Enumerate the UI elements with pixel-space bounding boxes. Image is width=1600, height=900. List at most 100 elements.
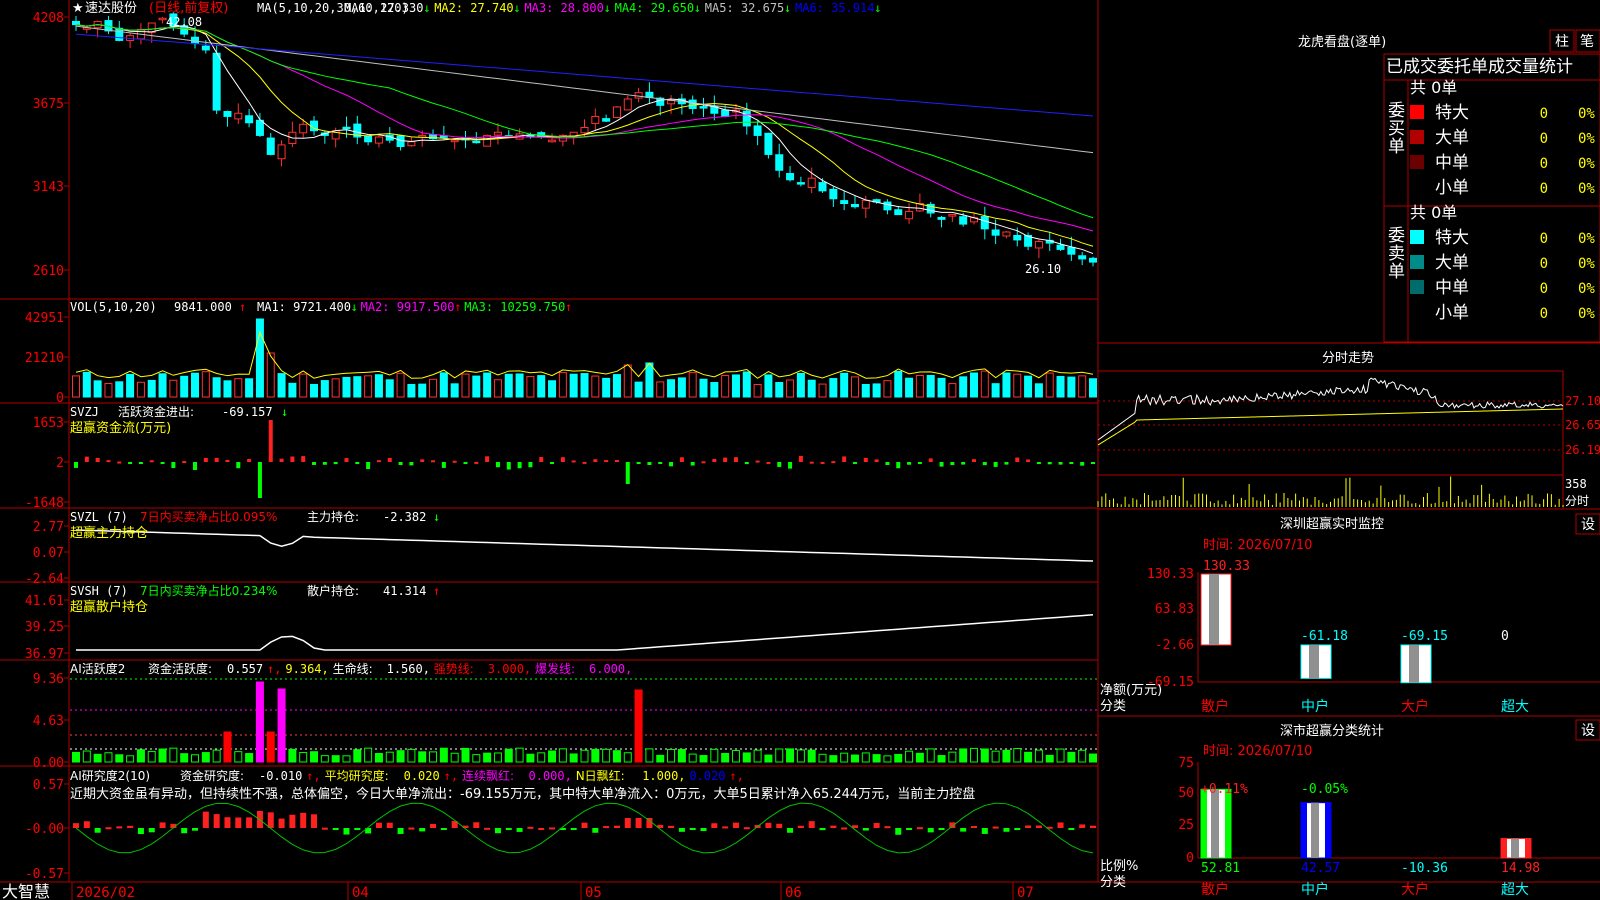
ma-value-3: MA3: 28.800 — [524, 1, 603, 15]
svzj-bar — [312, 462, 317, 465]
volume-bar — [439, 372, 448, 398]
volume-bar — [623, 364, 632, 398]
candle-body — [234, 112, 243, 120]
volume-bar — [731, 374, 740, 398]
volume-bar — [515, 373, 524, 398]
classify-value: -10.36 — [1401, 861, 1448, 876]
order-row-value: 0 — [1540, 156, 1548, 172]
ai-item-4: 生命线: — [333, 661, 373, 676]
research-bar — [148, 828, 155, 833]
monitor-bars: 130.3363.83-2.66-69.15130.33散户-61.18中户-6… — [1147, 559, 1600, 715]
candle-body — [829, 188, 838, 200]
candle-body — [223, 111, 232, 117]
ai-bar — [861, 752, 870, 763]
svzl-line — [75, 529, 1094, 562]
classify-bar-shade — [1511, 838, 1519, 858]
research-bar — [116, 826, 123, 829]
candle-body — [255, 119, 264, 136]
ai-bar — [948, 751, 957, 763]
high-price-label: 42.08 — [166, 15, 202, 29]
candle-body — [775, 154, 784, 171]
research-bar — [830, 825, 837, 828]
candle-body — [623, 98, 632, 111]
volume-bar — [959, 376, 968, 398]
volume-bar — [255, 318, 264, 398]
volume-bar — [764, 374, 773, 398]
ai-bar — [602, 748, 611, 763]
volume-bar — [634, 381, 643, 398]
svzj-bar — [290, 456, 295, 462]
candle-body — [472, 140, 481, 144]
stock-chart-canvas[interactable]: 4208 3675 3143 2610 42951 21210 0 1653 2 -1648 2.7… — [0, 0, 1600, 900]
research-bar — [73, 823, 79, 828]
volume-bar — [656, 381, 665, 398]
svzj-bar — [376, 460, 381, 463]
y-tick-svzl: 2.77 — [33, 520, 64, 535]
svzj-bar — [593, 459, 598, 462]
svzj-bar — [550, 462, 555, 464]
research-bar — [440, 828, 447, 830]
intraday-chart: 27.10 26.65 26.19 358 分时 — [1097, 370, 1600, 510]
svzj-bar — [409, 462, 414, 466]
y-tick-svsh: 41.61 — [25, 594, 64, 609]
research-bar — [765, 822, 772, 828]
ai-bar — [504, 748, 513, 763]
ai-bar — [1056, 748, 1065, 763]
volume-bar — [1034, 383, 1043, 398]
order-row-name: 小单 — [1435, 303, 1469, 323]
order-row-name: 特大 — [1435, 103, 1469, 123]
stock-period[interactable]: (日线,前复权) — [149, 0, 228, 16]
volume-bar — [742, 371, 751, 398]
volume-bar — [158, 373, 167, 398]
vol-ma-arrow-2: ↑ — [454, 300, 461, 314]
volume-bar — [1067, 376, 1076, 398]
volume-bar — [558, 372, 567, 398]
svzj-bar — [950, 462, 955, 466]
volume-bar — [667, 379, 676, 398]
research-bar — [938, 828, 945, 830]
volume-bar — [807, 379, 816, 398]
ai-bar — [558, 748, 567, 763]
volume-bar — [353, 376, 362, 398]
research-bar — [1057, 822, 1064, 828]
svzj-bar — [1015, 457, 1020, 462]
classify-time: 时间: 2026/07/10 — [1203, 744, 1312, 759]
research-bar — [127, 825, 134, 828]
svzj-bar — [95, 457, 100, 462]
candle-body — [937, 216, 946, 220]
brand-label: 大智慧 — [2, 882, 50, 900]
ai-bar — [1013, 748, 1022, 763]
stock-name[interactable]: 速达股份 — [85, 1, 137, 16]
ai-bar — [385, 751, 394, 763]
classify-bar-edge — [1225, 789, 1231, 858]
research-bar — [332, 828, 339, 830]
monitor-category: 中户 — [1301, 698, 1329, 715]
svzj-bar — [636, 462, 641, 464]
svzj-bar — [441, 462, 446, 468]
volume-bar — [472, 375, 481, 398]
svzj-bar — [171, 462, 176, 468]
classify-bar-edge — [1325, 802, 1331, 858]
svzj-bar — [257, 462, 262, 498]
svzj-bar — [1047, 462, 1052, 465]
ai-bar — [872, 754, 881, 763]
volume-bar — [234, 378, 243, 398]
svzj-bar — [214, 457, 219, 462]
research-bar — [797, 825, 804, 828]
candle-body — [905, 210, 914, 220]
classify-bar-edge — [1501, 838, 1507, 858]
volume-bar — [364, 375, 373, 398]
volume-bar — [450, 383, 459, 398]
classify-category: 超大 — [1501, 882, 1529, 898]
svzl-arrow: ↓ — [433, 510, 440, 524]
vol-ma-1: MA1: 9721.400 — [257, 300, 351, 314]
svzj-title: SVZJ — [70, 405, 99, 419]
ai-bar — [612, 750, 621, 763]
ai-bar — [461, 747, 470, 763]
svzj-bar — [1036, 462, 1041, 464]
monitor-bar-shade — [1209, 574, 1219, 645]
volume-bar — [504, 373, 513, 398]
research-bar — [613, 825, 620, 828]
svsh-title: SVSH (7) — [70, 584, 128, 598]
research-header: 资金研究度: -0.010 ↑, 平均研究度: 0.020 ↑, 连续飘红: 0.000, N日… — [180, 768, 744, 783]
